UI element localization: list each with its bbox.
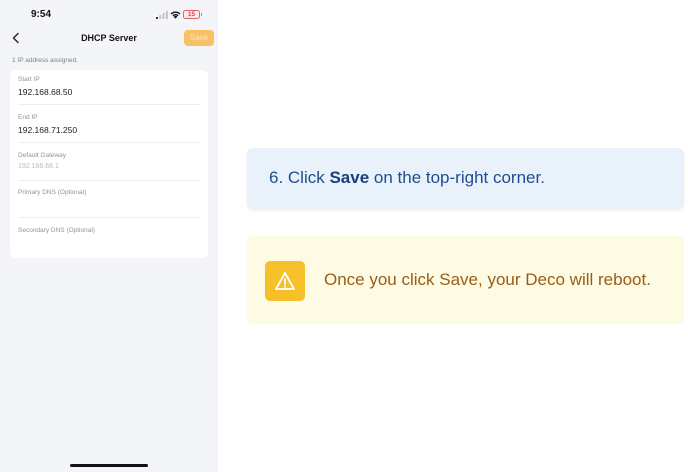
end-ip-label: End IP [18,114,38,121]
divider [18,217,200,218]
divider [18,104,200,105]
phone-screen: 9:54 15 DHCP Server Save 1 IP address as… [0,0,218,472]
primary-dns-field[interactable]: Primary DNS (Optional) [18,189,200,218]
start-ip-label: Start IP [18,76,40,83]
default-gateway-label: Default Gateway [18,152,67,159]
secondary-dns-label: Secondary DNS (Optional) [18,227,95,234]
divider [18,180,200,181]
battery-icon: 15 [183,10,202,19]
save-button[interactable]: Save [184,30,214,46]
primary-dns-label: Primary DNS (Optional) [18,189,87,196]
primary-dns-input[interactable] [18,200,200,212]
warning-triangle-icon [265,261,305,301]
home-indicator [70,464,148,467]
instruction-bold: Save [329,168,370,187]
ip-assigned-info: 1 IP address assigned. [12,57,79,64]
warning-card: Once you click Save, your Deco will rebo… [247,236,684,324]
instruction-prefix: 6. Click [269,168,330,187]
battery-level: 15 [187,11,196,18]
divider [18,142,200,143]
instruction-suffix: on the top-right corner. [369,168,545,187]
status-bar: 9:54 15 [0,0,218,28]
cellular-signal-icon [156,11,168,19]
secondary-dns-input[interactable] [18,238,200,250]
instruction-text: 6. Click Save on the top-right corner. [269,168,545,188]
start-ip-field[interactable]: Start IP 192.168.68.50 [18,76,200,105]
warning-text: Once you click Save, your Deco will rebo… [324,270,651,289]
default-gateway-value: 192.168.68.1 [18,163,59,170]
status-time: 9:54 [31,9,52,20]
start-ip-input[interactable]: 192.168.68.50 [18,87,200,99]
end-ip-input[interactable]: 192.168.71.250 [18,125,200,137]
instruction-card: 6. Click Save on the top-right corner. [247,148,684,209]
dhcp-settings-card: Start IP 192.168.68.50 End IP 192.168.71… [10,70,208,258]
end-ip-field[interactable]: End IP 192.168.71.250 [18,114,200,143]
secondary-dns-field[interactable]: Secondary DNS (Optional) [18,227,200,250]
default-gateway-field: Default Gateway 192.168.68.1 [18,152,200,181]
wifi-icon [170,11,181,19]
